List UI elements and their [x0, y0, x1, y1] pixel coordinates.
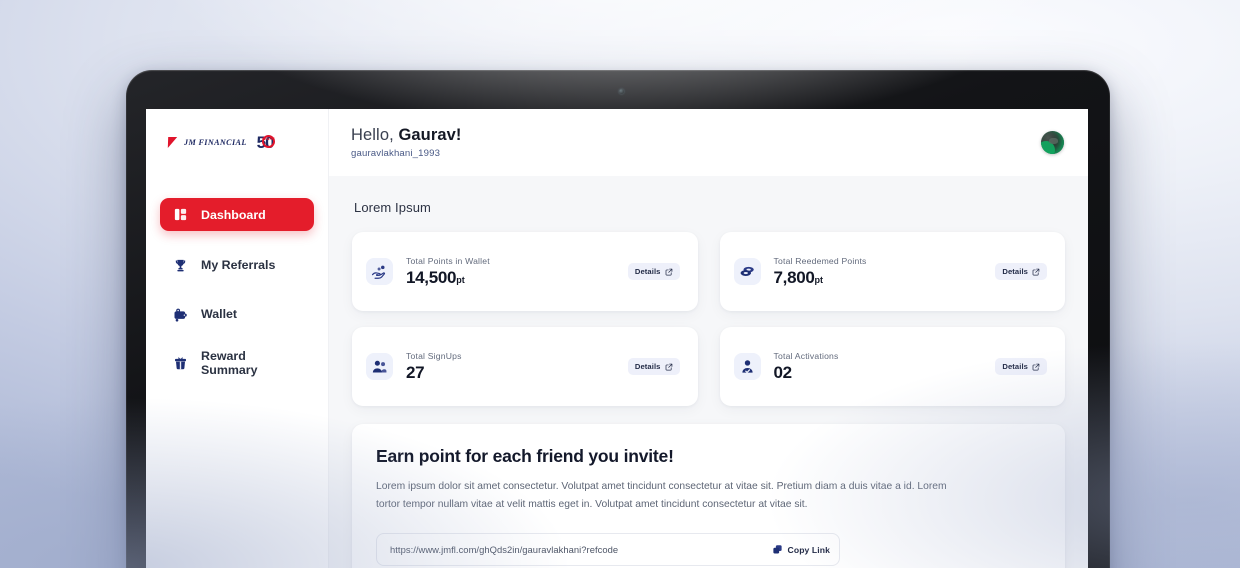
logo-anniversary-sub: YEARS: [261, 137, 275, 141]
stat-card-total-points-in-wallet[interactable]: Total Points in Wallet 14,500pt Details: [352, 232, 698, 311]
greeting-line: Hello, Gaurav!: [351, 126, 1041, 145]
stat-label: Total SignUps: [406, 351, 462, 362]
stat-body: Total Points in Wallet 14,500pt: [406, 256, 615, 287]
sidebar-item-wallet[interactable]: Wallet: [160, 296, 314, 332]
wallpaper-background: JM FINANCIAL 50 YEARS Dashboard My Refer…: [0, 0, 1240, 568]
greeting-username: Gaurav!: [398, 126, 462, 145]
stat-value: 02: [774, 364, 983, 382]
sidebar-item-reward-summary[interactable]: Reward Summary: [160, 345, 314, 381]
main-panel: Hello, Gaurav! gauravlakhani_1993 Lorem …: [329, 109, 1088, 568]
stat-value: 27: [406, 364, 615, 382]
greeting-prefix: Hello,: [351, 126, 399, 145]
sidebar-item-label: Reward Summary: [201, 349, 258, 377]
stat-body: Total Activations 02: [774, 351, 983, 382]
sidebar-item-label: My Referrals: [201, 258, 276, 272]
stat-unit: pt: [814, 275, 824, 286]
top-bar: Hello, Gaurav! gauravlakhani_1993: [329, 109, 1088, 176]
greeting-block: Hello, Gaurav! gauravlakhani_1993: [351, 126, 1041, 159]
wallet-icon: [172, 306, 189, 323]
stat-number: 02: [773, 363, 793, 383]
invite-description: Lorem ipsum dolor sit amet consectetur. …: [376, 481, 947, 510]
referral-link-input[interactable]: https://www.jmfl.com/ghQds2in/gauravlakh…: [390, 544, 772, 555]
copy-icon: [772, 545, 782, 554]
details-button[interactable]: Details: [995, 263, 1047, 280]
dashboard-icon: [172, 206, 189, 223]
external-link-icon: [1032, 363, 1040, 370]
stat-body: Total SignUps 27: [406, 351, 615, 382]
stat-card-total-signups[interactable]: Total SignUps 27 Details: [352, 327, 698, 406]
details-button[interactable]: Details: [627, 358, 680, 375]
copy-link-label: Copy Link: [787, 544, 830, 555]
sidebar-item-dashboard[interactable]: Dashboard: [160, 198, 314, 231]
external-link-icon: [665, 268, 672, 275]
logo-anniversary: 50 YEARS: [257, 134, 275, 151]
sidebar-item-my-referrals[interactable]: My Referrals: [160, 247, 314, 283]
tablet-device-frame: JM FINANCIAL 50 YEARS Dashboard My Refer…: [126, 70, 1110, 568]
details-button[interactable]: Details: [627, 263, 680, 280]
sidebar-item-label: Wallet: [201, 307, 238, 321]
page-title: Lorem Ipsum: [354, 200, 431, 215]
details-button-label: Details: [634, 267, 661, 276]
details-button-label: Details: [1002, 267, 1028, 276]
trophy-icon: [172, 257, 189, 274]
stat-value: 7,800pt: [774, 269, 983, 287]
stat-label: Total Reedemed Points: [773, 256, 867, 267]
stat-card-total-activations[interactable]: Total Activations 02 Details: [719, 327, 1065, 406]
referral-link-row[interactable]: https://www.jmfl.com/ghQds2in/gauravlakh…: [376, 533, 840, 567]
stat-body: Total Reedemed Points 7,800pt: [774, 256, 983, 287]
hand-coins-icon: [366, 258, 393, 285]
details-button[interactable]: Details: [995, 358, 1047, 375]
stat-card-total-redeemed-points[interactable]: Total Reedemed Points 7,800pt Details: [719, 232, 1065, 311]
user-check-icon: [733, 353, 761, 380]
invite-title: Earn point for each friend you invite!: [376, 446, 674, 466]
stat-unit: pt: [456, 275, 465, 286]
app-screen: JM FINANCIAL 50 YEARS Dashboard My Refer…: [146, 109, 1088, 568]
sidebar: JM FINANCIAL 50 YEARS Dashboard My Refer…: [146, 109, 329, 568]
content-area: Lorem Ipsum Total Points in Wallet 14,50…: [329, 176, 1088, 568]
sidebar-item-label: Dashboard: [201, 207, 266, 222]
device-camera-icon: [619, 89, 624, 94]
coins-icon: [733, 258, 761, 285]
stat-card-grid: Total Points in Wallet 14,500pt Details: [352, 232, 1065, 406]
gift-icon: [172, 355, 189, 372]
invite-friends-card: Earn point for each friend you invite! L…: [352, 424, 1065, 568]
stat-number: 14,500: [406, 268, 457, 288]
stat-number: 27: [406, 363, 425, 383]
stat-value: 14,500pt: [406, 269, 615, 287]
sidebar-nav: Dashboard My Referrals Wallet Reward Sum…: [146, 176, 328, 381]
stat-label: Total Points in Wallet: [406, 256, 490, 267]
logo-wordmark: JM FINANCIAL: [184, 138, 247, 147]
stat-label: Total Activations: [773, 351, 839, 362]
jm-financial-logo: JM FINANCIAL 50 YEARS: [167, 134, 275, 151]
details-button-label: Details: [1002, 362, 1028, 371]
avatar[interactable]: [1041, 131, 1064, 154]
logo-triangle-icon: [167, 137, 178, 148]
copy-link-button[interactable]: Copy Link: [772, 544, 830, 555]
details-button-label: Details: [634, 362, 661, 371]
users-icon: [366, 353, 393, 380]
brand-logo[interactable]: JM FINANCIAL 50 YEARS: [146, 109, 328, 176]
external-link-icon: [665, 363, 672, 370]
account-handle: gauravlakhani_1993: [351, 147, 441, 159]
external-link-icon: [1032, 268, 1040, 275]
stat-number: 7,800: [773, 268, 815, 288]
